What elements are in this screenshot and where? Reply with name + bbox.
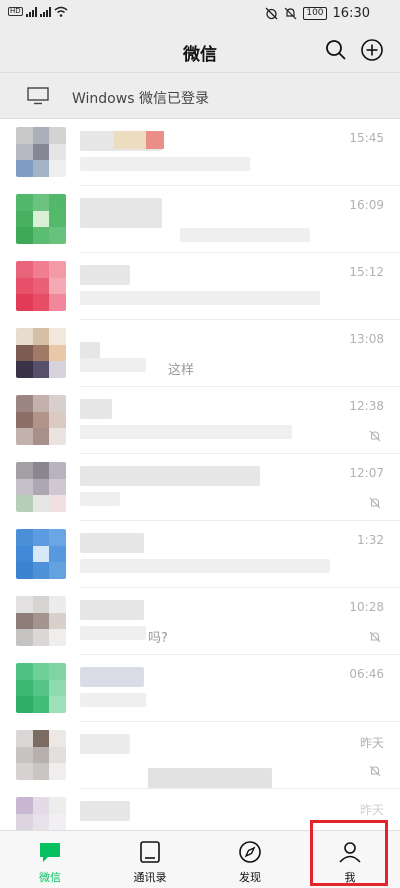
chat-time: 1:32 xyxy=(357,533,384,547)
clock: 16:30 xyxy=(332,6,370,21)
search-icon[interactable] xyxy=(324,38,348,62)
battery-indicator: 100 xyxy=(303,7,327,20)
status-bar-left: HD xyxy=(8,6,68,17)
chat-row[interactable]: 这样 13:08 xyxy=(0,320,400,387)
status-bar: HD 100 16:30 xyxy=(0,0,400,28)
tab-discover[interactable]: 发现 xyxy=(200,831,300,888)
chat-time: 10:28 xyxy=(349,600,384,614)
contact-name xyxy=(80,533,144,553)
chat-row[interactable]: 昨天 xyxy=(0,722,400,789)
chat-row[interactable]: 06:46 xyxy=(0,655,400,722)
message-preview xyxy=(80,559,330,573)
status-bar-right: 100 16:30 xyxy=(265,6,370,21)
chat-time: 16:09 xyxy=(349,198,384,212)
chat-row[interactable]: 15:45 xyxy=(0,119,400,186)
hd-badge: HD xyxy=(8,7,23,16)
chat-time: 15:45 xyxy=(349,131,384,145)
mute-bell-icon xyxy=(369,631,381,643)
message-snippet: 吗? xyxy=(148,631,168,646)
add-icon[interactable] xyxy=(360,38,384,62)
bell-off-icon xyxy=(284,7,297,20)
contact-name xyxy=(80,801,130,821)
avatar xyxy=(16,395,66,445)
chat-time: 12:38 xyxy=(349,399,384,413)
chat-row[interactable]: 16:09 xyxy=(0,186,400,253)
contact-name xyxy=(80,667,144,687)
chat-row[interactable]: 昨天 xyxy=(0,789,400,830)
chat-list: 15:45 16:09 15:12 这样 13:08 12:38 12:07 1… xyxy=(0,119,400,830)
chat-time: 12:07 xyxy=(349,466,384,480)
chat-row[interactable]: 12:07 xyxy=(0,454,400,521)
contacts-icon xyxy=(140,841,160,863)
chat-row[interactable]: 12:38 xyxy=(0,387,400,454)
message-preview xyxy=(80,291,320,305)
contact-name xyxy=(80,734,130,754)
tab-label: 微信 xyxy=(39,871,61,884)
tab-label: 发现 xyxy=(239,871,261,884)
chat-icon xyxy=(40,843,60,862)
contact-name xyxy=(80,198,162,228)
avatar xyxy=(16,328,66,378)
avatar xyxy=(16,127,66,177)
tab-chats[interactable]: 微信 xyxy=(0,831,100,888)
alarm-off-icon xyxy=(265,7,278,20)
message-preview xyxy=(80,693,146,707)
chat-time: 15:12 xyxy=(349,265,384,279)
person-icon xyxy=(339,842,361,863)
compass-icon xyxy=(239,841,261,863)
avatar xyxy=(16,194,66,244)
message-snippet: 这样 xyxy=(168,363,195,378)
tab-bar: 微信 通讯录 发现 我 xyxy=(0,830,400,888)
message-preview xyxy=(80,492,120,506)
tab-label: 通讯录 xyxy=(133,871,167,884)
chat-row[interactable]: 1:32 xyxy=(0,521,400,588)
monitor-icon xyxy=(27,87,49,105)
tab-me[interactable]: 我 xyxy=(300,831,400,888)
chat-time: 昨天 xyxy=(359,736,384,750)
contact-name xyxy=(80,466,260,486)
chat-time: 13:08 xyxy=(349,332,384,346)
message-preview xyxy=(80,626,146,640)
tab-label: 我 xyxy=(344,871,356,884)
desktop-login-banner[interactable]: Windows 微信已登录 xyxy=(0,72,400,119)
signal-icon xyxy=(25,6,37,17)
mute-bell-icon xyxy=(369,497,381,509)
message-preview xyxy=(180,228,310,242)
chat-time: 06:46 xyxy=(349,667,384,681)
tab-contacts[interactable]: 通讯录 xyxy=(100,831,200,888)
avatar xyxy=(16,261,66,311)
message-preview xyxy=(80,425,292,439)
message-preview xyxy=(80,358,146,372)
wifi-icon xyxy=(54,6,68,17)
contact-name xyxy=(80,399,112,419)
avatar xyxy=(16,596,66,646)
avatar xyxy=(16,797,66,830)
chat-row[interactable]: 吗? 10:28 xyxy=(0,588,400,655)
chat-time: 昨天 xyxy=(359,803,384,817)
chat-row[interactable]: 15:12 xyxy=(0,253,400,320)
banner-text: Windows 微信已登录 xyxy=(72,91,209,107)
avatar xyxy=(16,663,66,713)
contact-name xyxy=(80,265,130,285)
avatar xyxy=(16,462,66,512)
signal-icon-2 xyxy=(39,6,51,17)
header: 微信 xyxy=(0,28,400,72)
message-preview xyxy=(148,768,272,788)
mute-bell-icon xyxy=(369,430,381,442)
mute-bell-icon xyxy=(369,765,381,777)
avatar xyxy=(16,730,66,780)
message-preview xyxy=(80,157,250,171)
avatar xyxy=(16,529,66,579)
contact-name xyxy=(80,600,144,620)
name-fragment xyxy=(146,131,164,149)
